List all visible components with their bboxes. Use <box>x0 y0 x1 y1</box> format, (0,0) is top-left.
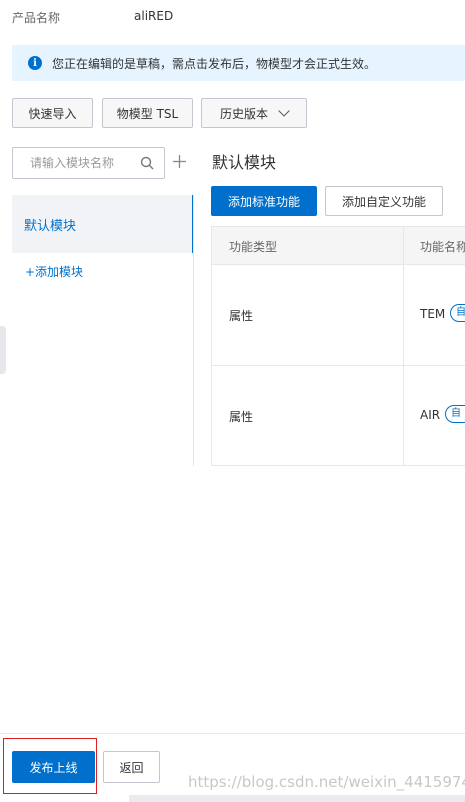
product-name-label: 产品名称 <box>12 11 61 25</box>
custom-tag: 自 <box>445 405 465 423</box>
back-button[interactable]: 返回 <box>103 751 160 783</box>
sidebar-divider <box>193 195 194 466</box>
history-label: 历史版本 <box>219 106 268 121</box>
quick-import-label: 快速导入 <box>28 106 77 121</box>
cell-function-name: AIR <box>420 408 441 422</box>
watermark: https://blog.csdn.net/weixin_44159742 <box>188 773 465 791</box>
table-header: 功能类型 功能名称 <box>212 227 465 265</box>
back-label: 返回 <box>119 760 144 775</box>
tsl-label: 物模型 TSL <box>116 106 179 121</box>
section-title: 默认模块 <box>212 153 277 172</box>
footer-divider <box>0 733 465 734</box>
table-row: 属性 TEM 自 <box>212 264 465 366</box>
draft-notice: i 您正在编辑的是草稿，需点击发布后，物模型才会正式生效。 <box>12 45 465 81</box>
bottom-scrollbar[interactable] <box>129 795 465 802</box>
function-table: 功能类型 功能名称 属性 TEM 自 属性 AIR 自 <box>211 226 465 466</box>
add-custom-label: 添加自定义功能 <box>341 194 426 209</box>
module-search-input[interactable] <box>28 148 147 178</box>
collapse-handle[interactable] <box>0 326 6 374</box>
history-version-dropdown[interactable]: 历史版本 <box>201 98 307 128</box>
add-standard-label: 添加标准功能 <box>227 194 300 209</box>
header-function-name: 功能名称 <box>420 240 465 254</box>
publish-highlight-box <box>3 738 97 794</box>
quick-import-button[interactable]: 快速导入 <box>12 98 93 128</box>
cell-function-name: TEM <box>420 307 446 321</box>
add-module-plus-icon[interactable] <box>173 155 186 168</box>
header-function-type: 功能类型 <box>229 240 278 254</box>
cell-function-type: 属性 <box>229 309 254 323</box>
add-custom-function-button[interactable]: 添加自定义功能 <box>325 186 443 216</box>
column-divider <box>403 227 404 465</box>
search-icon[interactable] <box>140 156 154 170</box>
chevron-down-icon <box>278 104 290 117</box>
add-module-link[interactable]: +添加模块 <box>25 263 83 280</box>
custom-tag: 自 <box>450 304 465 322</box>
add-standard-function-button[interactable]: 添加标准功能 <box>211 186 317 216</box>
info-icon: i <box>28 56 42 70</box>
notice-text: 您正在编辑的是草稿，需点击发布后，物模型才会正式生效。 <box>52 56 377 71</box>
cell-function-type: 属性 <box>229 410 254 424</box>
sidebar-item-default-module[interactable]: 默认模块 <box>12 195 194 253</box>
module-search[interactable] <box>12 147 165 179</box>
product-name-value: aliRED <box>134 9 174 23</box>
default-module-label: 默认模块 <box>24 218 77 234</box>
table-row: 属性 AIR 自 <box>212 365 465 465</box>
tsl-button[interactable]: 物模型 TSL <box>102 98 193 128</box>
